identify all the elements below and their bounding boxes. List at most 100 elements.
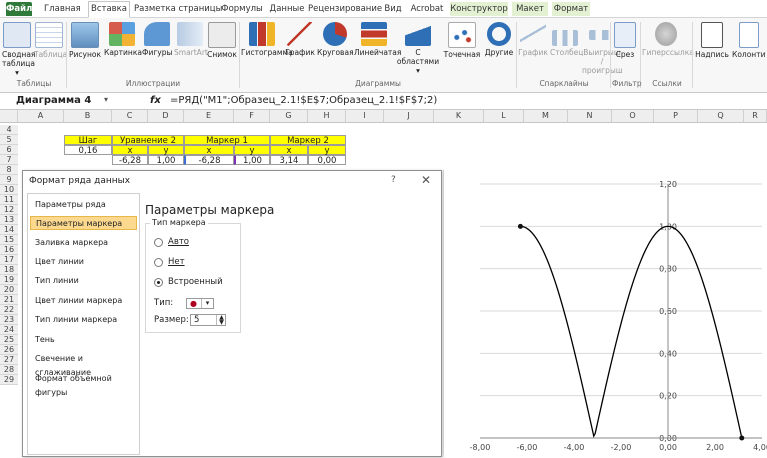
row-header[interactable]: 19 xyxy=(0,275,18,285)
scatter-chart[interactable]: 1,201,000,800,600,400,200,00-8,00-6,00-4… xyxy=(444,170,767,455)
tab-chart-design[interactable]: Конструктор xyxy=(450,2,508,16)
cell-marker2-header[interactable]: Маркер 2 xyxy=(270,135,346,146)
column-header[interactable]: M xyxy=(524,110,568,122)
nav-marker-line-style[interactable]: Тип линии маркера xyxy=(30,313,137,327)
header-footer-button[interactable]: Колонтиту xyxy=(732,22,766,74)
row-header[interactable]: 25 xyxy=(0,335,18,345)
row-header[interactable]: 16 xyxy=(0,245,18,255)
cell-step-header[interactable]: Шаг xyxy=(64,135,112,146)
bar-chart-button[interactable]: Линейчатая xyxy=(354,22,401,74)
row-header[interactable]: 15 xyxy=(0,235,18,245)
nav-line-color[interactable]: Цвет линии xyxy=(30,255,137,269)
column-header[interactable]: D xyxy=(148,110,184,122)
tab-insert[interactable]: Вставка xyxy=(88,1,130,18)
clipart-button[interactable]: Картинка xyxy=(104,22,142,74)
tab-acrobat[interactable]: Acrobat xyxy=(410,2,444,16)
function-icon[interactable]: fx xyxy=(150,94,161,107)
row-header[interactable]: 13 xyxy=(0,215,18,225)
cell-value-selected-x[interactable]: -6,28 xyxy=(184,155,234,166)
cell-value-selected-y[interactable]: 1,00 xyxy=(234,155,270,166)
column-header[interactable]: N xyxy=(568,110,612,122)
cell-header-y[interactable]: y xyxy=(148,145,184,156)
table-button[interactable]: Таблица xyxy=(34,22,67,74)
chevron-down-icon[interactable]: ▾ xyxy=(201,299,213,308)
nav-marker-line-color[interactable]: Цвет линии маркера xyxy=(30,294,137,308)
column-header[interactable]: R xyxy=(744,110,767,122)
sparkline-line-button[interactable]: График xyxy=(518,22,548,74)
tab-chart-layout[interactable]: Макет xyxy=(512,2,548,16)
row-header[interactable]: 27 xyxy=(0,355,18,365)
other-charts-button[interactable]: Другие xyxy=(484,22,514,74)
pie-chart-button[interactable]: Круговая xyxy=(317,22,354,74)
column-header[interactable]: I xyxy=(346,110,384,122)
smartart-button[interactable]: SmartArt xyxy=(174,22,208,74)
help-button[interactable]: ? xyxy=(391,175,396,185)
column-header[interactable]: F xyxy=(234,110,270,122)
column-header[interactable]: K xyxy=(434,110,484,122)
shapes-button[interactable]: Фигуры xyxy=(142,22,172,74)
column-header[interactable]: H xyxy=(308,110,346,122)
nav-line-style[interactable]: Тип линии xyxy=(30,274,137,288)
close-button[interactable]: ✕ xyxy=(421,173,431,187)
nav-marker-fill[interactable]: Заливка маркера xyxy=(30,236,137,250)
tab-file[interactable]: Файл xyxy=(6,2,32,16)
column-header[interactable]: C xyxy=(112,110,148,122)
row-header[interactable]: 24 xyxy=(0,325,18,335)
row-header[interactable]: 6 xyxy=(0,145,18,155)
row-header[interactable]: 10 xyxy=(0,185,18,195)
cell-marker1-header[interactable]: Маркер 1 xyxy=(184,135,270,146)
column-header[interactable]: G xyxy=(270,110,308,122)
tab-page-layout[interactable]: Разметка страницы xyxy=(134,2,222,16)
cell-value[interactable]: -6,28 xyxy=(112,155,148,166)
row-header[interactable]: 7 xyxy=(0,155,18,165)
row-header[interactable]: 23 xyxy=(0,315,18,325)
tab-data[interactable]: Данные xyxy=(268,2,306,16)
picture-button[interactable]: Рисунок xyxy=(68,22,102,74)
cell-header-y[interactable]: y xyxy=(234,145,270,156)
row-header[interactable]: 5 xyxy=(0,135,18,145)
tab-formulas[interactable]: Формулы xyxy=(220,2,264,16)
column-header[interactable]: J xyxy=(384,110,434,122)
column-header[interactable]: E xyxy=(184,110,234,122)
row-header[interactable]: 28 xyxy=(0,365,18,375)
scatter-chart-button[interactable]: Точечная xyxy=(442,22,482,74)
radio-none[interactable] xyxy=(154,258,163,267)
cell-value[interactable]: 3,14 xyxy=(270,155,308,166)
textbox-button[interactable]: Надпись xyxy=(694,22,730,74)
marker-type-select[interactable]: ● ▾ xyxy=(186,298,214,309)
row-header[interactable]: 14 xyxy=(0,225,18,235)
marker-size-spinner[interactable]: ▲ ▼ xyxy=(216,315,226,326)
radio-auto[interactable] xyxy=(154,238,163,247)
row-header[interactable]: 9 xyxy=(0,175,18,185)
cell-header-x[interactable]: x xyxy=(184,145,234,156)
row-header[interactable]: 21 xyxy=(0,295,18,305)
row-header[interactable]: 26 xyxy=(0,345,18,355)
sparkline-column-button[interactable]: Столбец xyxy=(550,22,583,74)
column-header[interactable]: P xyxy=(654,110,698,122)
nav-series-options[interactable]: Параметры ряда xyxy=(30,198,137,212)
column-header[interactable]: O xyxy=(612,110,654,122)
radio-builtin[interactable] xyxy=(154,278,163,287)
column-header[interactable]: Q xyxy=(698,110,744,122)
row-header[interactable]: 22 xyxy=(0,305,18,315)
slicer-button[interactable]: Срез xyxy=(612,22,638,74)
chart-area[interactable]: 1,201,000,800,600,400,200,00-8,00-6,00-4… xyxy=(443,170,767,455)
name-box-dropdown-icon[interactable]: ▾ xyxy=(104,95,108,104)
cell-step-value[interactable]: 0,16 xyxy=(64,145,112,156)
column-header[interactable]: A xyxy=(18,110,64,122)
column-chart-button[interactable]: Гистограмма xyxy=(241,22,293,74)
cell-header-y[interactable]: y xyxy=(308,145,346,156)
tab-view[interactable]: Вид xyxy=(382,2,404,16)
nav-glow-soft-edges[interactable]: Свечение и сглаживание xyxy=(30,352,137,377)
tab-chart-format[interactable]: Формат xyxy=(552,2,590,16)
pivot-table-button[interactable]: Сводная таблица ▾ xyxy=(2,22,35,77)
row-header[interactable]: 20 xyxy=(0,285,18,295)
column-header[interactable]: B xyxy=(64,110,112,122)
tab-review[interactable]: Рецензирование xyxy=(308,2,382,16)
select-all-corner[interactable] xyxy=(0,110,18,122)
row-header[interactable]: 8 xyxy=(0,165,18,175)
row-header[interactable]: 12 xyxy=(0,205,18,215)
column-header[interactable]: L xyxy=(484,110,524,122)
cell-value[interactable]: 0,00 xyxy=(308,155,346,166)
nav-marker-options[interactable]: Параметры маркера xyxy=(30,216,137,230)
